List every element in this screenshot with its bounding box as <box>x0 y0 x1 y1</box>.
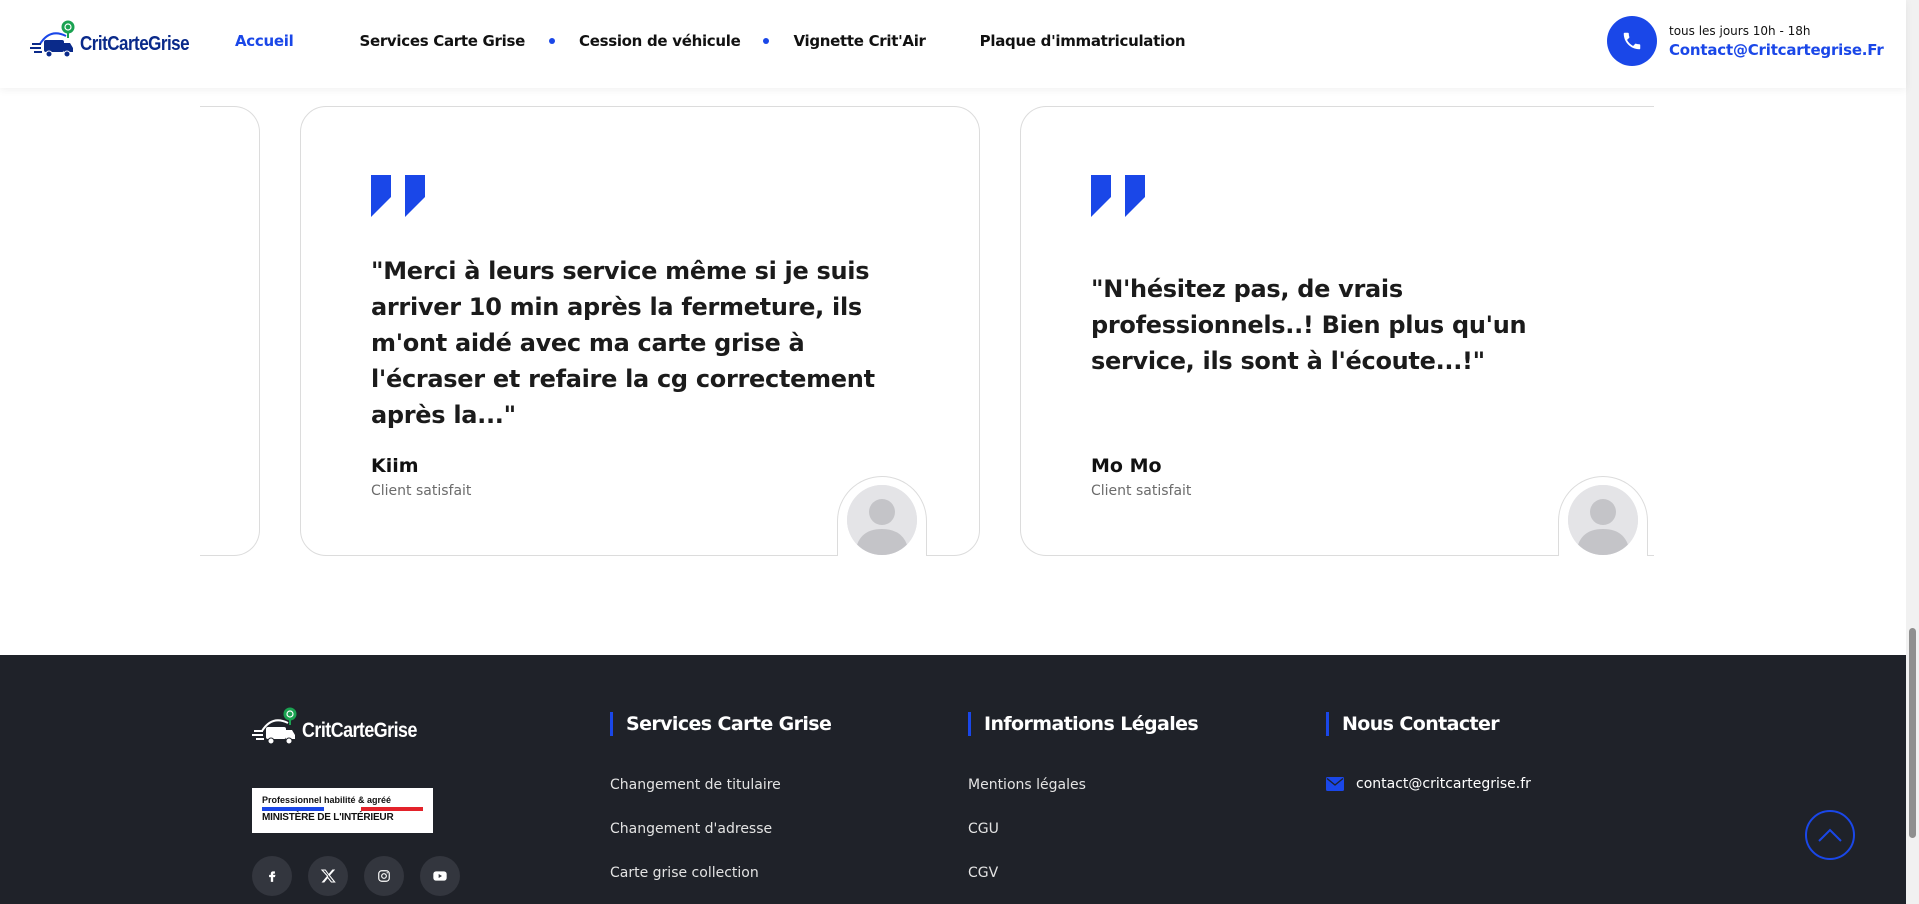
footer-email-link[interactable]: contact@critcartegrise.fr <box>1326 776 1531 792</box>
testimonials-section: "Merci à leurs service même si je suis a… <box>0 88 1906 655</box>
quote-icon <box>1091 175 1145 217</box>
ministry-badge: Professionnel habilité & agréé MINISTÈRE… <box>252 788 433 833</box>
testimonial-author: Kiim <box>371 455 419 477</box>
opening-hours: tous les jours 10h - 18h <box>1669 23 1811 38</box>
mail-icon <box>1326 777 1344 791</box>
footer-link-changement-adresse[interactable]: Changement d'adresse <box>610 820 831 864</box>
main-nav: Accueil Services Carte Grise Cession de … <box>235 32 1186 50</box>
user-placeholder-icon <box>847 485 917 555</box>
badge-bottom-text: MINISTÈRE DE L'INTÉRIEUR <box>262 812 394 823</box>
phone-button[interactable] <box>1607 16 1657 66</box>
nav-item-services-carte-grise[interactable]: Services Carte Grise <box>359 32 525 50</box>
nav-item-plaque-immatriculation[interactable]: Plaque d'immatriculation <box>980 32 1186 50</box>
testimonial-card: "Merci à leurs service même si je suis a… <box>300 106 980 556</box>
scroll-to-top-button[interactable] <box>1805 810 1855 860</box>
footer-logo-text: CritCarteGrise <box>302 719 417 742</box>
footer-link-cgv[interactable]: CGV <box>968 864 1198 904</box>
scrollbar-thumb[interactable] <box>1909 628 1916 838</box>
footer-link-carte-grise-collection[interactable]: Carte grise collection <box>610 864 831 904</box>
footer-column-title: Informations Légales <box>968 712 1199 736</box>
user-placeholder-icon <box>1568 485 1638 555</box>
footer-column-legal: Informations Légales Mentions légales CG… <box>968 712 1199 904</box>
social-links <box>252 856 460 896</box>
badge-top-text: Professionnel habilité & agréé <box>262 795 392 805</box>
site-header: CritCarteGrise Accueil Services Carte Gr… <box>0 0 1906 88</box>
phone-icon <box>1623 32 1641 50</box>
badge-flag <box>262 807 423 811</box>
avatar <box>1568 485 1638 555</box>
nav-separator-dot <box>549 38 555 44</box>
instagram-icon <box>378 870 390 882</box>
footer-column-title: Services Carte Grise <box>610 712 832 736</box>
logo-truck-icon <box>30 20 75 58</box>
logo-text: CritCarteGrise <box>80 33 190 55</box>
avatar <box>847 485 917 555</box>
header-contact: tous les jours 10h - 18h Contact@Critcar… <box>1607 16 1884 66</box>
x-icon <box>320 869 336 883</box>
footer-logo[interactable]: CritCarteGrise <box>252 707 437 747</box>
testimonial-card: "N'hésitez pas, de vrais professionnels.… <box>1020 106 1654 556</box>
quote-icon <box>371 175 425 217</box>
footer-email-text: contact@critcartegrise.fr <box>1356 776 1531 792</box>
youtube-link[interactable] <box>420 856 460 896</box>
nav-item-accueil[interactable]: Accueil <box>235 32 294 50</box>
footer-link-cgu[interactable]: CGU <box>968 820 1198 864</box>
site-logo[interactable]: CritCarteGrise <box>30 20 208 60</box>
testimonial-role: Client satisfait <box>371 483 472 499</box>
page-scrollbar[interactable] <box>1906 0 1919 904</box>
site-footer: CritCarteGrise Professionnel habilité & … <box>0 655 1906 904</box>
footer-link-mentions-legales[interactable]: Mentions légales <box>968 776 1198 820</box>
footer-column-services: Services Carte Grise Changement de titul… <box>610 712 832 904</box>
facebook-link[interactable] <box>252 856 292 896</box>
youtube-icon <box>433 871 447 881</box>
x-link[interactable] <box>308 856 348 896</box>
testimonial-author: Mo Mo <box>1091 455 1162 477</box>
testimonial-quote: "Merci à leurs service même si je suis a… <box>371 257 875 429</box>
footer-link-changement-titulaire[interactable]: Changement de titulaire <box>610 776 831 820</box>
facebook-icon <box>269 871 276 882</box>
footer-column-title: Nous Contacter <box>1326 712 1531 736</box>
nav-item-cession-vehicule[interactable]: Cession de véhicule <box>579 32 741 50</box>
instagram-link[interactable] <box>364 856 404 896</box>
testimonial-role: Client satisfait <box>1091 483 1192 499</box>
logo-truck-icon <box>252 707 297 745</box>
footer-column-contact: Nous Contacter contact@critcartegrise.fr <box>1326 712 1531 792</box>
nav-separator-dot <box>763 38 770 44</box>
testimonial-card-partial <box>200 106 260 556</box>
header-email-link[interactable]: Contact@Critcartegrise.Fr <box>1669 41 1884 59</box>
testimonial-quote: "N'hésitez pas, de vrais professionnels.… <box>1091 275 1527 375</box>
nav-item-vignette-critair[interactable]: Vignette Crit'Air <box>793 32 925 50</box>
chevron-up-icon <box>1818 828 1842 842</box>
